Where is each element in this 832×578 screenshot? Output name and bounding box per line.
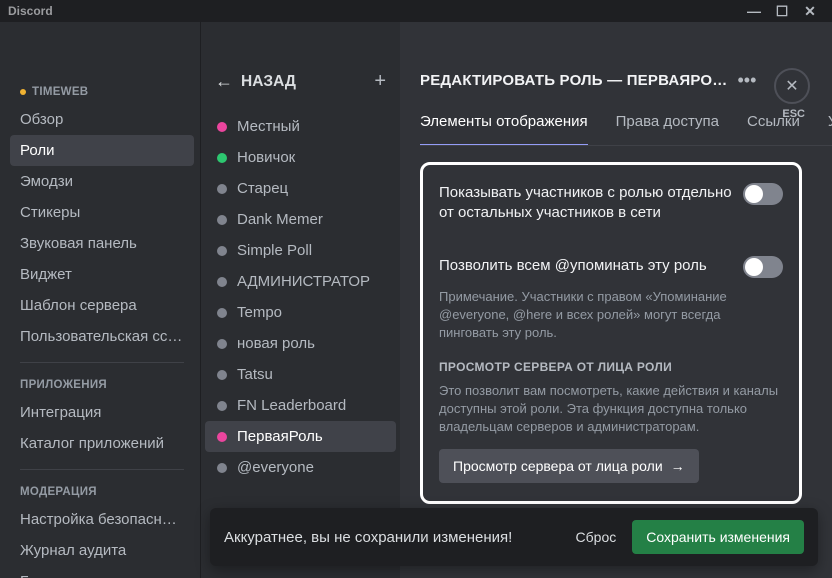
role-editor-panel: РЕДАКТИРОВАТЬ РОЛЬ — ПЕРВАЯРО… ••• ✕ ESC… [400, 22, 832, 578]
role-color-dot [217, 401, 227, 411]
role-label: Dank Memer [237, 211, 323, 228]
sidebar-item-emoji[interactable]: Эмодзи [10, 166, 194, 197]
back-arrow-icon[interactable]: ← [215, 71, 233, 92]
role-color-dot [217, 339, 227, 349]
sidebar-item-widget[interactable]: Виджет [10, 259, 194, 290]
save-button[interactable]: Сохранить изменения [632, 520, 804, 554]
settings-sidebar: TIMEWEB Обзор Роли Эмодзи Стикеры Звуков… [0, 22, 200, 578]
maximize-icon[interactable]: ☐ [768, 4, 796, 18]
role-color-dot [217, 370, 227, 380]
role-item[interactable]: новая роль [205, 328, 396, 359]
role-label: Старец [237, 180, 288, 197]
sidebar-item-custom-link[interactable]: Пользовательская сс… [10, 321, 194, 352]
role-item[interactable]: @everyone [205, 452, 396, 483]
role-label: @everyone [237, 459, 314, 476]
role-label: Tatsu [237, 366, 273, 383]
tab-display[interactable]: Элементы отображения [420, 113, 588, 146]
roles-list-panel: ← НАЗАД + Местный Новичок Старец Dank Memer… [200, 22, 400, 578]
role-item[interactable]: Tempo [205, 297, 396, 328]
tabs: Элементы отображения Права доступа Ссылк… [420, 113, 832, 146]
role-color-dot [217, 215, 227, 225]
view-as-role-desc: Это позволит вам посмотреть, какие дейст… [439, 382, 783, 437]
add-role-icon[interactable]: + [374, 70, 386, 93]
role-label: АДМИНИСТРАТОР [237, 273, 370, 290]
reset-button[interactable]: Сброс [576, 529, 617, 545]
x-icon: ✕ [748, 260, 758, 274]
mentionable-toggle-label: Позволить всем @упоминать эту роль [439, 256, 733, 276]
role-color-dot [217, 153, 227, 163]
settings-highlight-box: Показывать участников с ролью отдельно о… [420, 162, 802, 504]
role-color-dot [217, 122, 227, 132]
role-color-dot [217, 308, 227, 318]
sidebar-category-apps: ПРИЛОЖЕНИЯ [20, 379, 184, 391]
divider [20, 469, 184, 470]
role-item[interactable]: АДМИНИСТРАТОР [205, 266, 396, 297]
role-color-dot [217, 463, 227, 473]
role-label: ПерваяРоль [237, 428, 323, 445]
mentionable-toggle[interactable]: ✕ [743, 256, 783, 278]
tab-members[interactable]: Уп [828, 113, 832, 145]
sidebar-item-app-directory[interactable]: Каталог приложений [10, 428, 194, 459]
role-item[interactable]: Местный [205, 111, 396, 142]
sidebar-category-server: TIMEWEB [20, 86, 184, 98]
sidebar-item-overview[interactable]: Обзор [10, 104, 194, 135]
sidebar-item-stickers[interactable]: Стикеры [10, 197, 194, 228]
sidebar-item-template[interactable]: Шаблон сервера [10, 290, 194, 321]
role-item[interactable]: Старец [205, 173, 396, 204]
sidebar-item-roles[interactable]: Роли [10, 135, 194, 166]
role-label: Новичок [237, 149, 295, 166]
sidebar-item-audit-log[interactable]: Журнал аудита [10, 535, 194, 566]
role-item[interactable]: Dank Memer [205, 204, 396, 235]
sidebar-item-integrations[interactable]: Интеграция [10, 397, 194, 428]
page-title: РЕДАКТИРОВАТЬ РОЛЬ — ПЕРВАЯРО… [420, 72, 727, 89]
minimize-icon[interactable]: — [740, 4, 768, 18]
role-color-dot [217, 277, 227, 287]
hoist-toggle-label: Показывать участников с ролью отдельно о… [439, 183, 733, 224]
unsaved-changes-bar: Аккуратнее, вы не сохранили изменения! С… [210, 508, 818, 566]
role-color-dot [217, 432, 227, 442]
back-label[interactable]: НАЗАД [241, 73, 296, 91]
view-as-role-button[interactable]: Просмотр сервера от лица роли → [439, 449, 699, 483]
arrow-right-icon: → [671, 458, 685, 474]
role-item[interactable]: Tatsu [205, 359, 396, 390]
dot-icon [20, 89, 26, 95]
hoist-toggle[interactable]: ✕ [743, 183, 783, 205]
role-label: Tempo [237, 304, 282, 321]
sidebar-category-moderation: МОДЕРАЦИЯ [20, 486, 184, 498]
sidebar-item-bans[interactable]: Баны [10, 566, 194, 578]
view-as-role-heading: ПРОСМОТР СЕРВЕРА ОТ ЛИЦА РОЛИ [439, 360, 783, 374]
role-label: новая роль [237, 335, 315, 352]
titlebar: Discord — ☐ ✕ [0, 0, 832, 22]
close-icon[interactable]: ✕ [796, 4, 824, 18]
tab-permissions[interactable]: Права доступа [616, 113, 719, 145]
role-item[interactable]: ПерваяРоль [205, 421, 396, 452]
esc-label: ESC [782, 108, 805, 120]
x-icon: ✕ [748, 187, 758, 201]
role-label: FN Leaderboard [237, 397, 346, 414]
role-label: Местный [237, 118, 300, 135]
unsaved-message: Аккуратнее, вы не сохранили изменения! [224, 529, 560, 546]
role-color-dot [217, 184, 227, 194]
sidebar-item-safety[interactable]: Настройка безопасно… [10, 504, 194, 535]
role-item[interactable]: Simple Poll [205, 235, 396, 266]
sidebar-item-soundboard[interactable]: Звуковая панель [10, 228, 194, 259]
divider [20, 362, 184, 363]
mentionable-note: Примечание. Участники с правом «Упоминан… [439, 288, 783, 343]
role-label: Simple Poll [237, 242, 312, 259]
close-button[interactable]: ✕ [774, 68, 810, 104]
role-item[interactable]: Новичок [205, 142, 396, 173]
more-options-icon[interactable]: ••• [737, 70, 756, 91]
role-color-dot [217, 246, 227, 256]
app-name: Discord [8, 4, 53, 18]
role-item[interactable]: FN Leaderboard [205, 390, 396, 421]
